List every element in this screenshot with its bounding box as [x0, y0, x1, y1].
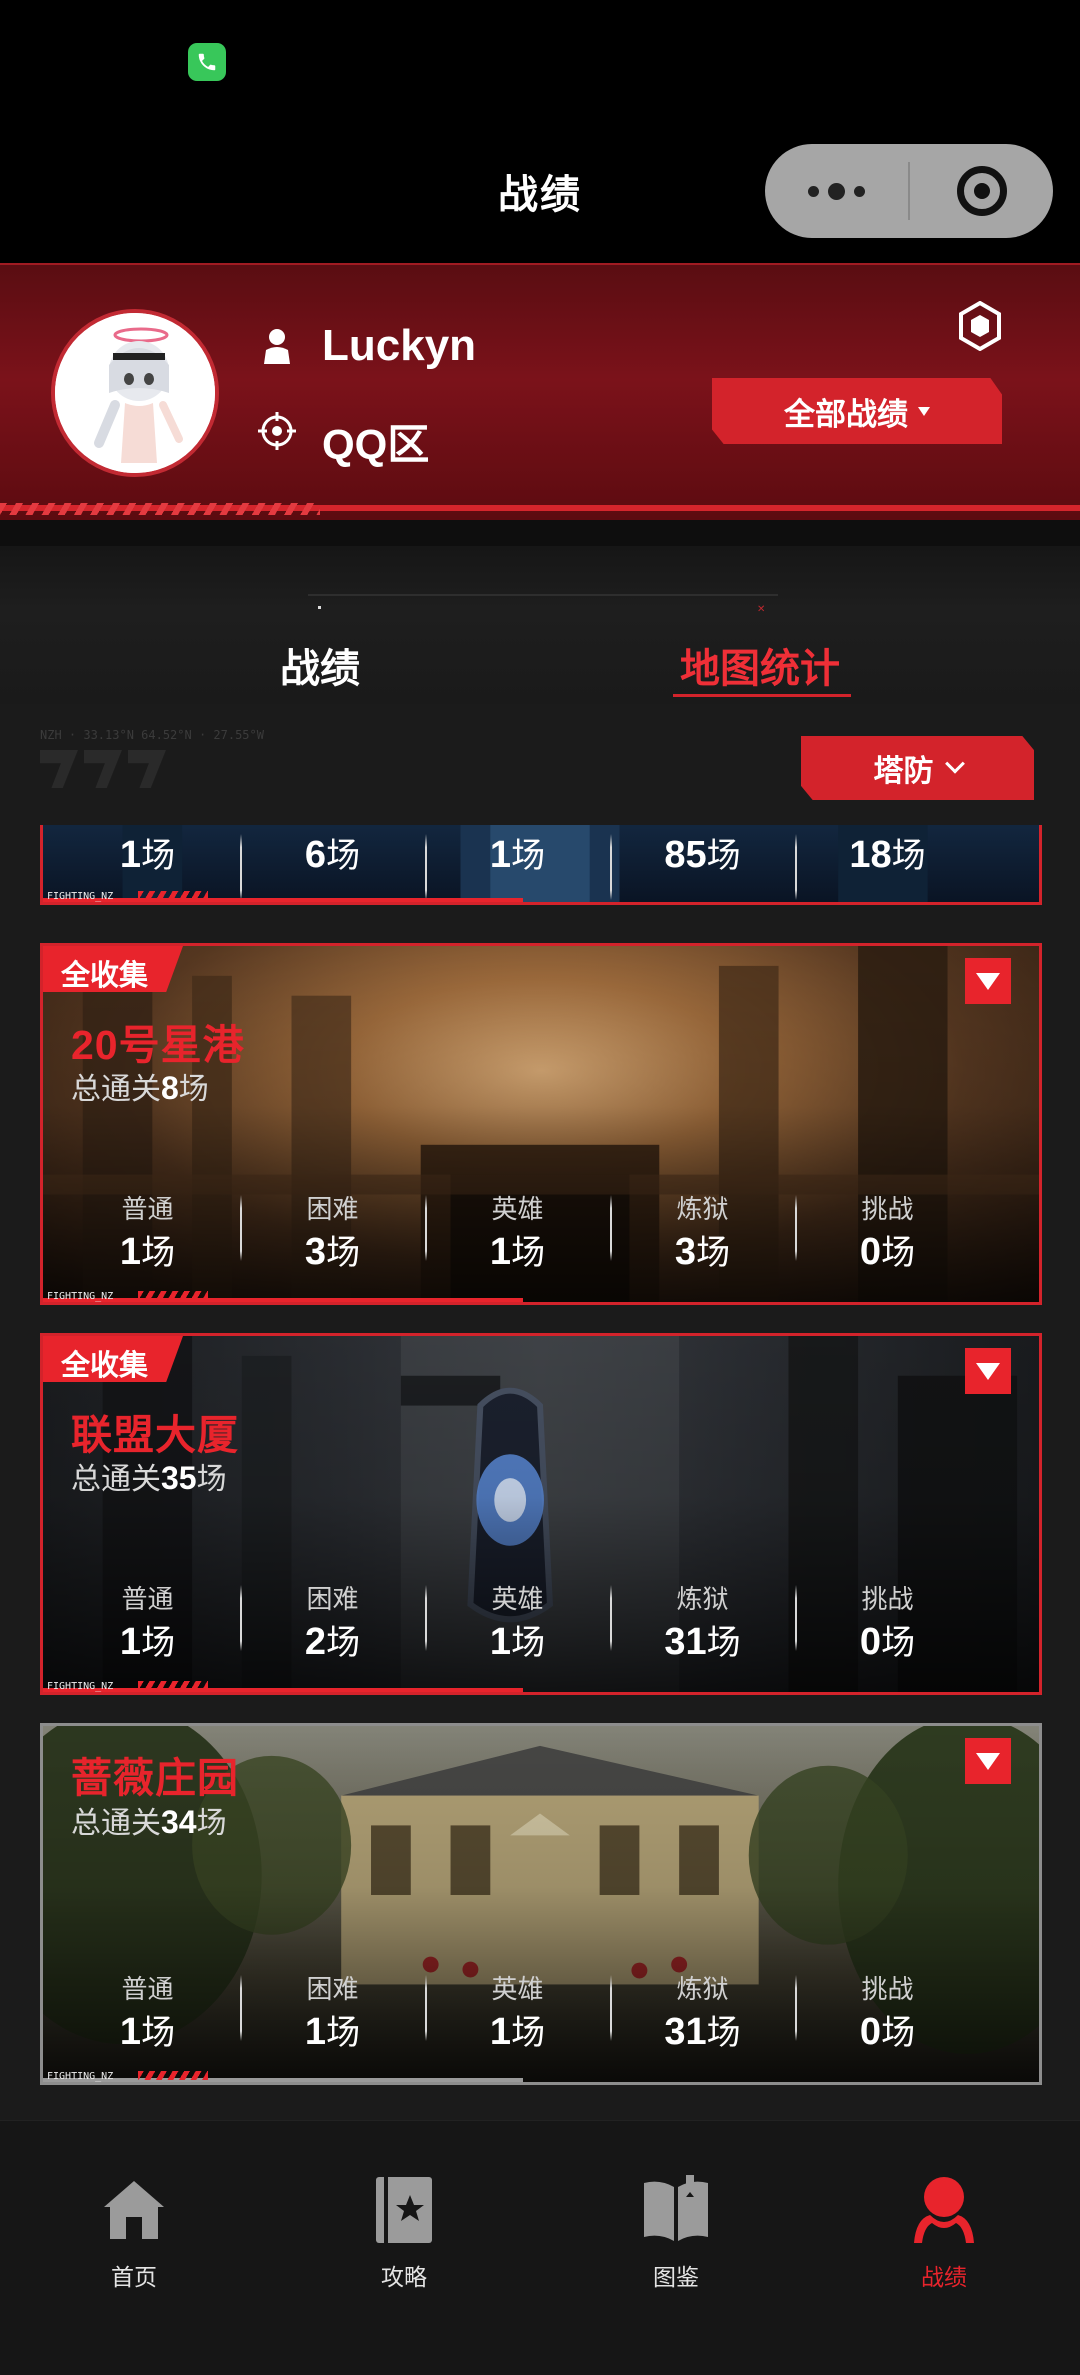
caret-down-icon — [918, 406, 930, 416]
mini-program-capsule — [765, 144, 1053, 238]
stat-normal: 普通 1场 — [119, 1974, 176, 2053]
tab-map-stats[interactable]: 地图统计 — [680, 636, 840, 694]
tab-decor-line — [308, 594, 778, 596]
tab-bar: ✕ 战绩 地图统计 — [0, 520, 1080, 704]
avatar[interactable] — [51, 309, 219, 477]
expand-triangle-icon[interactable] — [965, 1348, 1011, 1394]
all-records-label: 全部战绩 — [784, 396, 908, 432]
stat-purgatory: 炼狱 3场 — [610, 1189, 795, 1279]
nav-home[interactable]: 首页 — [64, 2173, 204, 2292]
card-footer: FIGHTING_NZ — [43, 888, 1039, 902]
stat-hero: 英雄 1场 — [425, 1969, 610, 2059]
expand-triangle-icon[interactable] — [965, 1738, 1011, 1784]
map-card-partial[interactable]: 1场 6场 1场 85场 18场 FIGHTING_NZ — [40, 825, 1042, 905]
guide-book-icon — [376, 2177, 432, 2243]
all-records-dropdown[interactable]: 全部战绩 — [712, 378, 1002, 444]
stat-hero: 英雄 1场 — [425, 1579, 610, 1669]
card-footer: FIGHTING_NZ — [43, 1678, 1039, 1692]
tab-decor-dot — [318, 606, 321, 609]
total-clears: 总通关34场 — [71, 1804, 227, 1840]
active-tab-underline — [673, 694, 851, 697]
decor-coordinates: NZH · 33.13°N 64.52°N · 27.55°W — [40, 728, 264, 742]
stat-hard: 困难 2场 — [240, 1579, 425, 1669]
crosshair-icon — [258, 412, 296, 450]
username: Luckyn — [322, 321, 477, 370]
stat-challenge: 挑战 0场 — [795, 1969, 980, 2059]
total-clears: 总通关35场 — [71, 1460, 227, 1496]
full-collection-badge: 全收集 — [43, 946, 183, 992]
map-name: 蔷薇庄园 — [71, 1755, 239, 1801]
stat-normal: 普通 1场 — [119, 1194, 176, 1273]
map-list[interactable]: 1场 6场 1场 85场 18场 FIGHTING_NZ 全收集 20号星港 总… — [0, 825, 1080, 2120]
more-dots-icon[interactable] — [765, 144, 908, 238]
chevron-down-icon — [944, 753, 965, 774]
expand-triangle-icon[interactable] — [965, 958, 1011, 1004]
region-label: QQ区 — [322, 421, 430, 468]
target-close-icon[interactable] — [910, 144, 1053, 238]
difficulty-stats: 普通 1场 困难 3场 英雄 1场 炼狱 3场 挑战 0场 — [43, 1189, 1039, 1279]
profile-icon — [914, 2177, 974, 2243]
user-icon — [264, 329, 290, 364]
status-bar — [0, 0, 1080, 130]
card-footer: FIGHTING_NZ — [43, 1288, 1039, 1302]
map-card[interactable]: 全收集 联盟大厦 总通关35场 普通 1场 困难 2场 英雄 1场 炼狱 31场 挑战 0… — [40, 1333, 1042, 1695]
stat-normal: 普通 1场 — [119, 1584, 176, 1663]
nav-records[interactable]: 战绩 — [874, 2173, 1014, 2292]
profile-header: Luckyn QQ区 全部战绩 — [0, 263, 1080, 520]
open-book-icon — [644, 2175, 708, 2241]
map-name: 联盟大厦 — [71, 1412, 239, 1458]
map-card[interactable]: 蔷薇庄园 总通关34场 普通 1场 困难 1场 英雄 1场 炼狱 31场 挑战 0场 FI… — [40, 1723, 1042, 2085]
tab-decor-mark: ✕ — [757, 604, 766, 615]
nav-codex[interactable]: 图鉴 — [606, 2173, 746, 2292]
map-name: 20号星港 — [71, 1022, 245, 1068]
difficulty-stats: 普通 1场 困难 2场 英雄 1场 炼狱 31场 挑战 0场 — [43, 1579, 1039, 1669]
stat-challenge: 挑战 0场 — [795, 1579, 980, 1669]
mode-label: 塔防 — [873, 755, 934, 788]
difficulty-stats: 普通 1场 困难 1场 英雄 1场 炼狱 31场 挑战 0场 — [43, 1969, 1039, 2059]
hexagon-settings-icon[interactable] — [958, 301, 1002, 351]
map-card[interactable]: 全收集 20号星港 总通关8场 普通 1场 困难 3场 英雄 1场 炼狱 3场 挑战 0场… — [40, 943, 1042, 1305]
nav-guide[interactable]: 攻略 — [334, 2173, 474, 2292]
stat-purgatory: 炼狱 31场 — [610, 1579, 795, 1669]
card-footer: FIGHTING_NZ — [43, 2068, 1039, 2082]
title-bar: 战绩 — [0, 130, 1080, 263]
total-clears: 总通关8场 — [71, 1070, 209, 1106]
stat-hard: 困难 1场 — [240, 1969, 425, 2059]
stat-hard: 困难 3场 — [240, 1189, 425, 1279]
phone-icon — [188, 43, 226, 81]
home-icon — [104, 2181, 164, 2239]
stat-hero: 英雄 1场 — [425, 1189, 610, 1279]
decor-stripes — [0, 503, 320, 515]
tab-records[interactable]: 战绩 — [280, 636, 360, 694]
bottom-nav: 首页 攻略 图鉴 战绩 — [0, 2120, 1080, 2375]
decor-marks — [40, 750, 166, 788]
stat-challenge: 挑战 0场 — [795, 1189, 980, 1279]
stat-purgatory: 炼狱 31场 — [610, 1969, 795, 2059]
full-collection-badge: 全收集 — [43, 1336, 183, 1382]
mode-dropdown[interactable]: 塔防 — [801, 736, 1034, 800]
